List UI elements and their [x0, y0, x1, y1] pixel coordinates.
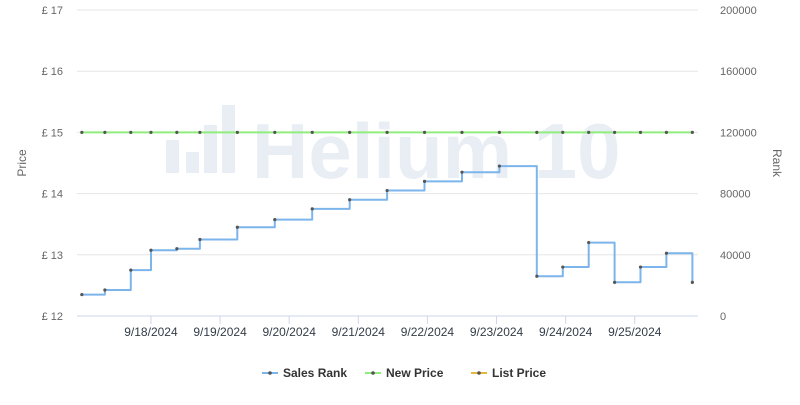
sales-rank-point[interactable] — [497, 164, 502, 168]
sales-rank-point[interactable] — [149, 248, 153, 252]
new-price-point[interactable] — [235, 130, 239, 134]
y-axis-title-right: Rank — [770, 149, 784, 178]
legend-label: List Price — [492, 366, 546, 380]
new-price-point[interactable] — [535, 130, 539, 134]
y-tick-label-right: 200000 — [720, 5, 757, 17]
x-tick-label: 9/20/2024 — [262, 325, 316, 339]
new-price-point[interactable] — [664, 130, 669, 134]
sales-rank-point[interactable] — [235, 225, 239, 229]
watermark-logo: Helium 10 — [166, 105, 620, 195]
y-tick-label-right: 0 — [720, 311, 726, 323]
new-price-point[interactable] — [348, 130, 352, 134]
legend-swatch-marker — [371, 371, 375, 375]
y-tick-label-left: £ 12 — [42, 311, 63, 323]
y-tick-label-left: £ 13 — [42, 250, 63, 262]
new-price-point[interactable] — [149, 130, 153, 134]
x-tick-label: 9/23/2024 — [470, 325, 524, 339]
sales-rank-point[interactable] — [587, 240, 591, 245]
new-price-point[interactable] — [460, 130, 464, 134]
new-price-point[interactable] — [80, 130, 84, 134]
legend-item-new-price[interactable]: New Price — [365, 366, 444, 380]
new-price-point[interactable] — [198, 130, 202, 134]
legend-swatch-marker — [477, 371, 481, 375]
sales-rank-point[interactable] — [664, 251, 669, 255]
legend-swatch-marker — [268, 371, 272, 375]
y-tick-label-left: £ 15 — [42, 127, 63, 139]
sales-rank-point[interactable] — [273, 218, 277, 222]
y-tick-label-right: 40000 — [720, 250, 751, 262]
x-tick-label: 9/25/2024 — [608, 325, 662, 339]
new-price-point[interactable] — [587, 130, 591, 134]
sales-rank-point[interactable] — [613, 280, 617, 284]
x-tick-label: 9/22/2024 — [401, 325, 455, 339]
sales-rank-point[interactable] — [638, 265, 643, 269]
x-tick-label: 9/19/2024 — [193, 325, 247, 339]
legend[interactable]: Sales Rank New Price List Price — [262, 366, 546, 380]
sales-rank-point[interactable] — [460, 170, 464, 174]
sales-rank-point[interactable] — [690, 280, 694, 284]
sales-rank-point[interactable] — [198, 237, 202, 242]
x-tick-label: 9/24/2024 — [539, 325, 593, 339]
new-price-point[interactable] — [273, 130, 277, 134]
y-tick-label-left: £ 14 — [42, 189, 63, 201]
new-price-point[interactable] — [561, 130, 565, 134]
new-price-point[interactable] — [638, 130, 643, 134]
chart-canvas: Helium 10 £ 12 0 £ 13 40000 £ 14 80000 £ 15 120… — [15, 5, 784, 380]
legend-item-sales-rank[interactable]: Sales Rank — [262, 366, 347, 380]
new-price-point[interactable] — [175, 130, 179, 134]
new-price-point[interactable] — [690, 130, 694, 134]
y-tick-label-right: 120000 — [720, 127, 757, 139]
new-price-point[interactable] — [385, 130, 389, 134]
sales-rank-point[interactable] — [175, 247, 179, 251]
price-rank-chart: Helium 10 £ 12 0 £ 13 40000 £ 14 80000 £ 15 120… — [0, 0, 800, 400]
y-tick-label-right: 80000 — [720, 189, 751, 201]
y-tick-label-left: £ 17 — [42, 5, 63, 17]
legend-label: New Price — [386, 366, 444, 380]
y-tick-label-left: £ 16 — [42, 66, 63, 78]
new-price-point[interactable] — [497, 130, 502, 134]
sales-rank-point[interactable] — [80, 292, 84, 297]
legend-label: Sales Rank — [283, 366, 347, 380]
sales-rank-point[interactable] — [310, 207, 314, 211]
sales-rank-point[interactable] — [535, 274, 539, 278]
new-price-point[interactable] — [129, 130, 133, 134]
y-tick-label-right: 160000 — [720, 66, 757, 78]
new-price-point[interactable] — [422, 130, 427, 134]
watermark-bars-icon — [166, 105, 235, 173]
new-price-point[interactable] — [103, 130, 107, 134]
legend-item-list-price[interactable]: List Price — [471, 366, 546, 380]
new-price-point[interactable] — [613, 130, 617, 134]
x-tick-label: 9/18/2024 — [124, 325, 178, 339]
x-tick-label: 9/21/2024 — [332, 325, 386, 339]
sales-rank-point[interactable] — [561, 265, 565, 269]
sales-rank-point[interactable] — [129, 268, 133, 272]
sales-rank-point[interactable] — [348, 198, 352, 202]
sales-rank-point[interactable] — [103, 288, 107, 292]
new-price-point[interactable] — [310, 130, 314, 134]
sales-rank-point[interactable] — [385, 188, 389, 193]
y-axis-title-left: Price — [15, 149, 29, 177]
sales-rank-point[interactable] — [422, 179, 427, 183]
